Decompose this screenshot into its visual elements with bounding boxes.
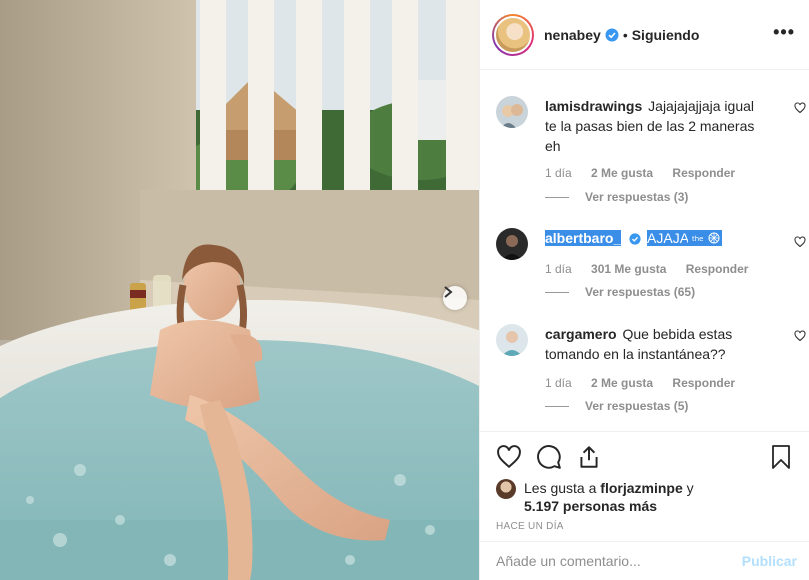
- comment-username[interactable]: lamisdrawings: [545, 98, 642, 114]
- like-comment-heart-icon[interactable]: [794, 102, 806, 114]
- emoji-icons: the: [688, 230, 723, 246]
- post-side-panel: nenabey • Siguiendo ••• lamisdrawings Ja…: [479, 0, 809, 580]
- next-photo-button[interactable]: [443, 286, 467, 310]
- comment-input[interactable]: [496, 553, 726, 569]
- author-username[interactable]: nenabey: [544, 27, 601, 43]
- comment-likes[interactable]: 2 Me gusta: [591, 166, 653, 180]
- chevron-right-icon: [444, 286, 453, 298]
- comments-list: lamisdrawings Jajajajajjaja igual te la …: [480, 71, 809, 431]
- verified-badge-icon: [605, 28, 619, 41]
- comment-item: lamisdrawings Jajajajajjaja igual te la …: [496, 96, 806, 216]
- post-header: nenabey • Siguiendo •••: [480, 0, 809, 70]
- reply-button[interactable]: Responder: [672, 376, 735, 390]
- comment-item: albertbaro_ AJAJA the 1 día 301 Me gusta…: [496, 228, 806, 338]
- view-replies-button[interactable]: Ver respuestas (5): [545, 399, 688, 413]
- reply-button[interactable]: Responder: [672, 166, 735, 180]
- liker-avatar[interactable]: [496, 479, 516, 499]
- svg-text:the: the: [692, 235, 704, 243]
- bookmark-icon[interactable]: [769, 444, 793, 470]
- liker-username[interactable]: florjazminpe: [600, 480, 682, 496]
- comment-likes[interactable]: 2 Me gusta: [591, 376, 653, 390]
- comment-username[interactable]: cargamero: [545, 326, 617, 342]
- heart-icon[interactable]: [496, 444, 522, 470]
- comment-bubble-icon[interactable]: [536, 444, 562, 470]
- add-comment-bar: Publicar: [480, 541, 809, 580]
- publish-button[interactable]: Publicar: [742, 553, 797, 569]
- comment-time: 1 día: [545, 166, 572, 180]
- following-button[interactable]: Siguiendo: [632, 27, 700, 43]
- comment-username[interactable]: albertbaro_: [545, 230, 622, 246]
- header-separator: •: [622, 26, 628, 43]
- more-options-icon[interactable]: •••: [773, 23, 795, 41]
- like-comment-heart-icon[interactable]: [794, 236, 806, 248]
- commenter-avatar[interactable]: [496, 96, 528, 128]
- post-actions: Les gusta a florjazminpe y 5.197 persona…: [480, 431, 809, 541]
- comment-likes[interactable]: 301 Me gusta: [591, 262, 666, 276]
- commenter-avatar[interactable]: [496, 228, 528, 260]
- comment-time: 1 día: [545, 262, 572, 276]
- share-icon[interactable]: [576, 444, 602, 470]
- author-avatar[interactable]: [492, 13, 534, 56]
- post-photo[interactable]: [0, 0, 479, 580]
- likes-summary: Les gusta a florjazminpe y 5.197 persona…: [496, 479, 694, 515]
- post-timestamp: HACE UN DÍA: [496, 521, 564, 532]
- comment-item: cargamero Que bebida estas tomando en la…: [496, 324, 806, 431]
- view-replies-button[interactable]: Ver respuestas (3): [545, 190, 688, 204]
- photo-scene: [0, 0, 479, 580]
- comment-time: 1 día: [545, 376, 572, 390]
- verified-badge-icon: [629, 233, 641, 245]
- likes-count[interactable]: 5.197 personas más: [524, 498, 657, 514]
- comment-text: AJAJA: [647, 230, 689, 246]
- commenter-avatar[interactable]: [496, 324, 528, 356]
- reply-button[interactable]: Responder: [686, 262, 749, 276]
- view-replies-button[interactable]: Ver respuestas (65): [545, 285, 695, 299]
- like-comment-heart-icon[interactable]: [794, 330, 806, 342]
